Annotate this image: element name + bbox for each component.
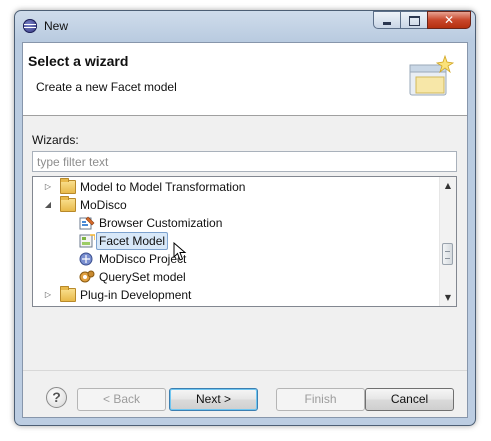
tree-item-modisco-project[interactable]: MoDisco Project — [33, 250, 438, 268]
tree-item-label: Model to Model Transformation — [80, 180, 246, 194]
banner-title: Select a wizard — [28, 53, 129, 69]
tree-item-label: Facet Model — [96, 232, 169, 250]
folder-icon — [60, 286, 76, 302]
tree-scrollbar[interactable]: ▲ ▼ — [439, 177, 456, 306]
maximize-button[interactable] — [400, 11, 427, 29]
tree-item-label: QuerySet model — [99, 270, 186, 284]
footer-divider — [23, 370, 467, 371]
help-button[interactable]: ? — [46, 387, 67, 408]
modisco-project-icon — [79, 252, 93, 266]
filter-input[interactable] — [32, 151, 457, 172]
tree-item-label: Plug-in Development — [80, 288, 192, 302]
scroll-down-icon[interactable]: ▼ — [440, 289, 456, 306]
wizards-label: Wizards: — [32, 133, 79, 147]
tree-item-queryset-model[interactable]: QuerySet model — [33, 268, 438, 286]
maximize-icon — [409, 16, 420, 26]
tree-item-modisco[interactable]: ◢ MoDisco — [33, 196, 438, 214]
tree-item-model-to-model-transformation[interactable]: ▷ Model to Model Transformation — [33, 178, 438, 196]
expand-arrow-icon[interactable]: ▷ — [43, 290, 53, 300]
folder-icon — [60, 196, 76, 212]
eclipse-icon — [23, 19, 37, 33]
new-wizard-window: New ✕ Select a wizard Create a new Facet… — [14, 10, 476, 426]
browser-customization-icon — [79, 216, 95, 230]
facet-model-icon — [79, 234, 95, 248]
title-bar[interactable]: New ✕ — [15, 11, 475, 41]
next-button[interactable]: Next > — [169, 388, 258, 411]
wizard-banner: Select a wizard Create a new Facet model — [23, 43, 467, 116]
close-button[interactable]: ✕ — [427, 11, 471, 29]
expand-arrow-icon[interactable]: ▷ — [43, 182, 53, 192]
banner-description: Create a new Facet model — [36, 80, 177, 94]
scrollbar-thumb[interactable] — [442, 243, 453, 265]
tree-item-browser-customization[interactable]: Browser Customization — [33, 214, 438, 232]
scroll-up-icon[interactable]: ▲ — [440, 177, 456, 194]
caption-buttons: ✕ — [373, 11, 471, 31]
folder-icon — [60, 178, 76, 194]
finish-button[interactable]: Finish — [276, 388, 365, 411]
queryset-model-icon — [79, 270, 95, 283]
minimize-button[interactable] — [373, 11, 400, 29]
cancel-button[interactable]: Cancel — [365, 388, 454, 411]
new-wizard-banner-icon — [409, 54, 455, 96]
window-title: New — [44, 19, 69, 33]
tree-item-label: Browser Customization — [99, 216, 223, 230]
close-icon: ✕ — [443, 13, 455, 27]
minimize-icon — [383, 22, 391, 25]
dialog-content: Select a wizard Create a new Facet model… — [22, 42, 468, 418]
back-button[interactable]: < Back — [77, 388, 166, 411]
collapse-arrow-icon[interactable]: ◢ — [43, 200, 53, 210]
tree-item-plug-in-development[interactable]: ▷ Plug-in Development — [33, 286, 438, 304]
wizard-tree[interactable]: ▷ Model to Model Transformation ◢ MoDisc… — [32, 176, 457, 307]
mouse-cursor-icon — [173, 242, 187, 261]
tree-item-label: MoDisco — [80, 198, 127, 212]
tree-item-facet-model[interactable]: Facet Model — [33, 232, 438, 250]
